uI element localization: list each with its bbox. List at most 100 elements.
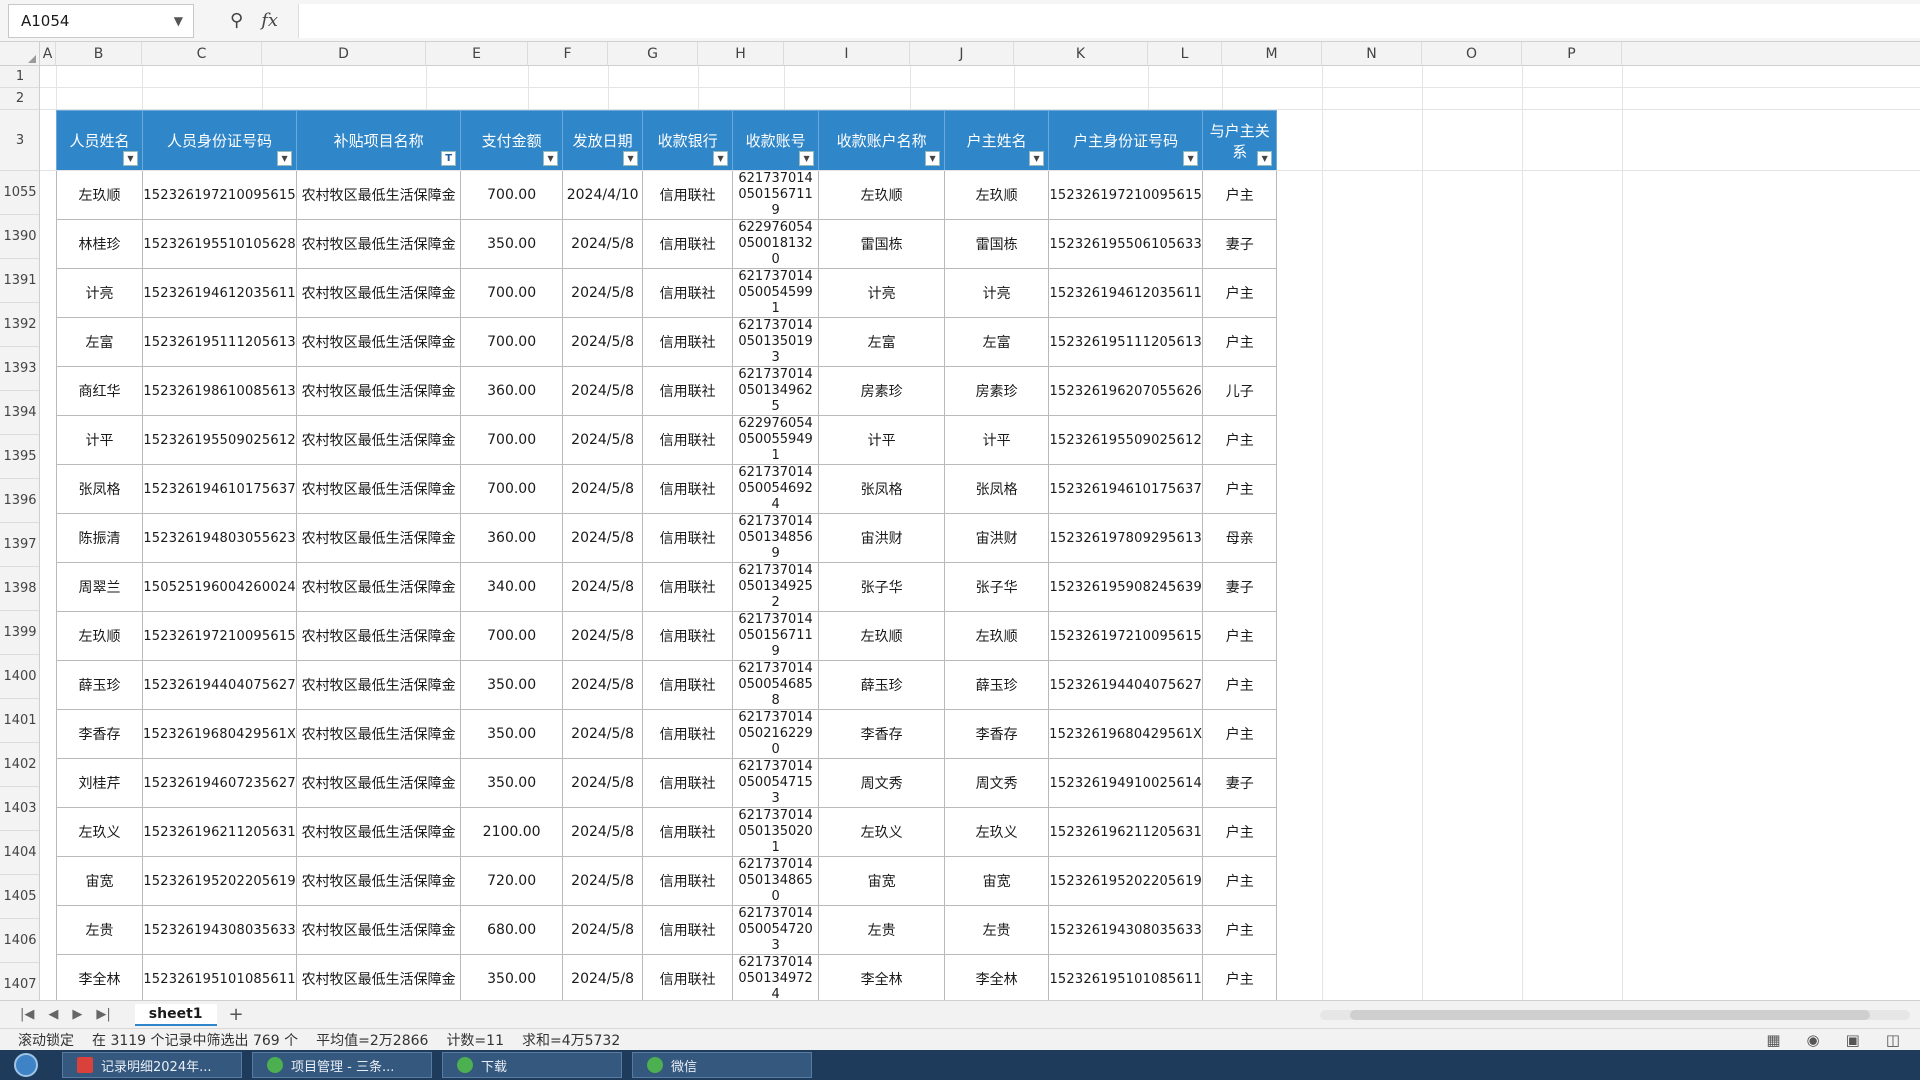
table-cell[interactable]: 信用联社	[642, 464, 734, 514]
table-cell[interactable]: 152326197210095615	[141, 611, 298, 661]
table-cell[interactable]: 152326195101085611	[141, 954, 298, 1000]
row-header-1391[interactable]: 1391	[0, 259, 39, 303]
table-cell[interactable]: 左玖义	[56, 807, 143, 857]
first-sheet-icon[interactable]: |◀	[20, 1007, 34, 1022]
row-header-1403[interactable]: 1403	[0, 787, 39, 831]
table-cell[interactable]: 李全林	[56, 954, 143, 1000]
table-cell[interactable]: 刘桂芹	[56, 758, 143, 808]
normal-view-icon[interactable]: ▦	[1766, 1031, 1780, 1049]
table-cell[interactable]: 左贵	[818, 905, 946, 955]
table-cell[interactable]: 李香存	[818, 709, 946, 759]
column-header-f[interactable]: F	[528, 42, 608, 66]
table-cell[interactable]: 户主	[1202, 464, 1278, 514]
table-cell[interactable]: 左玖顺	[818, 170, 946, 220]
table-cell[interactable]: 700.00	[460, 464, 564, 514]
name-box[interactable]: A1054 ▼	[8, 3, 194, 38]
table-cell[interactable]: 计亮	[56, 268, 143, 318]
table-cell[interactable]: 2024/5/8	[562, 513, 644, 563]
table-cell[interactable]: 152326195510105628	[141, 219, 298, 269]
table-cell[interactable]: 李香存	[944, 709, 1050, 759]
table-cell[interactable]: 户主	[1202, 317, 1278, 367]
column-header-d[interactable]: D	[262, 42, 426, 66]
table-cell[interactable]: 信用联社	[642, 807, 734, 857]
table-cell[interactable]: 680.00	[460, 905, 564, 955]
scrollbar-thumb[interactable]	[1350, 1010, 1870, 1020]
formula-input[interactable]	[298, 3, 1920, 38]
table-cell[interactable]: 6217370140500545991	[732, 268, 820, 318]
table-cell[interactable]: 6217370140502162290	[732, 709, 820, 759]
table-cell[interactable]: 2024/5/8	[562, 758, 644, 808]
start-button[interactable]	[0, 1050, 52, 1080]
table-cell[interactable]: 左玖顺	[818, 611, 946, 661]
table-cell[interactable]: 2024/5/8	[562, 611, 644, 661]
table-cell[interactable]: 2024/5/8	[562, 905, 644, 955]
table-cell[interactable]: 左玖义	[944, 807, 1050, 857]
table-cell[interactable]: 房素珍	[944, 366, 1050, 416]
table-cell[interactable]: 2024/5/8	[562, 415, 644, 465]
filter-dropdown-icon[interactable]: ▼	[799, 151, 815, 166]
table-cell[interactable]: 350.00	[460, 709, 564, 759]
table-cell[interactable]: 2024/5/8	[562, 317, 644, 367]
filter-dropdown-icon[interactable]: ▼	[713, 151, 729, 166]
table-cell[interactable]: 152326196211205631	[1048, 807, 1204, 857]
table-cell[interactable]: 152326194308035633	[141, 905, 298, 955]
row-header-1399[interactable]: 1399	[0, 611, 39, 655]
table-cell[interactable]: 152326197210095615	[141, 170, 298, 220]
table-cell[interactable]: 150525196004260024	[141, 562, 298, 612]
table-cell[interactable]: 雷国栋	[818, 219, 946, 269]
column-header-n[interactable]: N	[1322, 42, 1422, 66]
column-header-m[interactable]: M	[1222, 42, 1322, 66]
column-header-b[interactable]: B	[56, 42, 142, 66]
table-cell[interactable]: 2100.00	[460, 807, 564, 857]
table-cell[interactable]: 宙洪财	[944, 513, 1050, 563]
table-cell[interactable]: 152326194610175637	[1048, 464, 1204, 514]
table-cell[interactable]: 信用联社	[642, 170, 734, 220]
table-cell[interactable]: 152326194404075627	[141, 660, 298, 710]
table-cell[interactable]: 152326195202205619	[141, 856, 298, 906]
table-cell[interactable]: 户主	[1202, 611, 1278, 661]
table-cell[interactable]: 薛玉珍	[56, 660, 143, 710]
next-sheet-icon[interactable]: ▶	[72, 1007, 82, 1022]
table-cell[interactable]: 李全林	[818, 954, 946, 1000]
table-cell[interactable]: 宙宽	[56, 856, 143, 906]
sheet-grid[interactable]: 人员姓名 ▼ 人员身份证号码 ▼ 补贴项目名称 T 支付金额 ▼ 发放日期 ▼ 收款银行 ▼ 收款账号 ▼…	[40, 66, 1920, 1000]
table-cell[interactable]: 6217370140500547153	[732, 758, 820, 808]
chevron-down-icon[interactable]: ▼	[174, 14, 183, 28]
table-cell[interactable]: 妻子	[1202, 758, 1278, 808]
table-cell[interactable]: 薛玉珍	[818, 660, 946, 710]
table-cell[interactable]: 2024/5/8	[562, 366, 644, 416]
table-cell[interactable]: 农村牧区最低生活保障金	[296, 905, 462, 955]
table-cell[interactable]: 340.00	[460, 562, 564, 612]
table-cell[interactable]: 6217370140501567119	[732, 170, 820, 220]
row-header-1393[interactable]: 1393	[0, 347, 39, 391]
table-cell[interactable]: 信用联社	[642, 415, 734, 465]
table-cell[interactable]: 左玖义	[818, 807, 946, 857]
table-cell[interactable]: 计亮	[944, 268, 1050, 318]
table-cell[interactable]: 张子华	[818, 562, 946, 612]
table-cell[interactable]: 6217370140501349625	[732, 366, 820, 416]
table-cell[interactable]: 700.00	[460, 268, 564, 318]
table-cell[interactable]: 350.00	[460, 219, 564, 269]
table-cell[interactable]: 商红华	[56, 366, 143, 416]
table-cell[interactable]: 农村牧区最低生活保障金	[296, 758, 462, 808]
table-cell[interactable]: 左富	[818, 317, 946, 367]
table-cell[interactable]: 宙洪财	[818, 513, 946, 563]
table-cell[interactable]: 户主	[1202, 954, 1278, 1000]
table-cell[interactable]: 6217370140501350201	[732, 807, 820, 857]
table-cell[interactable]: 宙宽	[944, 856, 1050, 906]
row-header-1055[interactable]: 1055	[0, 171, 39, 215]
table-cell[interactable]: 农村牧区最低生活保障金	[296, 464, 462, 514]
table-cell[interactable]: 2024/4/10	[562, 170, 644, 220]
table-cell[interactable]: 6217370140501349252	[732, 562, 820, 612]
filter-dropdown-icon[interactable]: ▼	[543, 151, 559, 166]
table-cell[interactable]: 700.00	[460, 170, 564, 220]
table-cell[interactable]: 左玖顺	[944, 611, 1050, 661]
table-cell[interactable]: 15232619680429561X	[1048, 709, 1204, 759]
table-cell[interactable]: 陈振清	[56, 513, 143, 563]
table-cell[interactable]: 信用联社	[642, 856, 734, 906]
table-cell[interactable]: 母亲	[1202, 513, 1278, 563]
table-cell[interactable]: 农村牧区最低生活保障金	[296, 317, 462, 367]
column-header-c[interactable]: C	[142, 42, 262, 66]
table-cell[interactable]: 农村牧区最低生活保障金	[296, 268, 462, 318]
table-cell[interactable]: 儿子	[1202, 366, 1278, 416]
